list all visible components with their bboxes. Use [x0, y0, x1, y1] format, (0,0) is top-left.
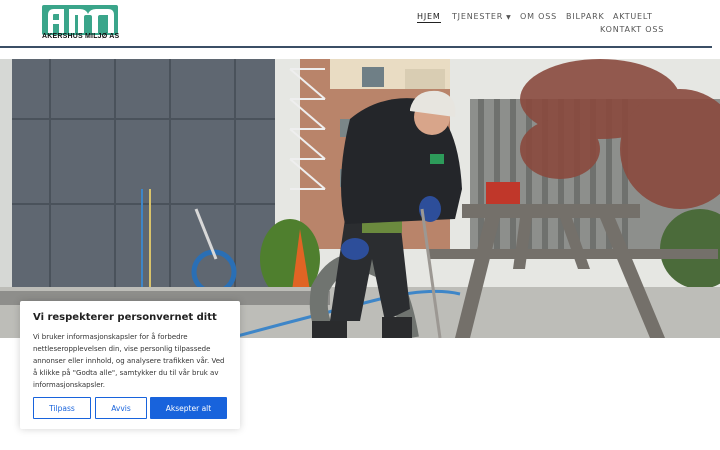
nav-item-hjem[interactable]: HJEM: [417, 12, 441, 23]
customize-button[interactable]: Tilpass: [33, 397, 91, 419]
hero-image: [0, 59, 720, 338]
logo-caption: AKERSHUS MILJØ AS: [42, 33, 120, 40]
consent-buttons: Tilpass Avvis Aksepter alt: [33, 397, 227, 419]
nav-item-om-oss[interactable]: OM OSS: [520, 12, 557, 21]
header-divider: [0, 46, 712, 48]
consent-title: Vi respekterer personvernet ditt: [33, 312, 217, 323]
hero-illustration: [0, 59, 720, 338]
accept-all-button[interactable]: Aksepter alt: [150, 397, 227, 419]
site-header: AKERSHUS MILJØ AS HJEM TJENESTER ▼ OM OSS…: [0, 0, 720, 48]
consent-description: Vi bruker informasjonskapsler for å forb…: [33, 333, 225, 389]
chevron-down-icon: ▼: [506, 14, 512, 21]
nav-item-bilpark[interactable]: BILPARK: [566, 12, 605, 21]
nav-item-kontakt-oss[interactable]: KONTAKT OSS: [600, 25, 664, 34]
reject-button[interactable]: Avvis: [95, 397, 147, 419]
nav-item-aktuelt[interactable]: AKTUELT: [613, 12, 653, 21]
nav-item-tjenester-label: TJENESTER: [452, 12, 504, 21]
cookie-consent-dialog: Vi respekterer personvernet ditt Vi bruk…: [20, 301, 240, 429]
nav-item-tjenester[interactable]: TJENESTER ▼: [452, 12, 512, 21]
